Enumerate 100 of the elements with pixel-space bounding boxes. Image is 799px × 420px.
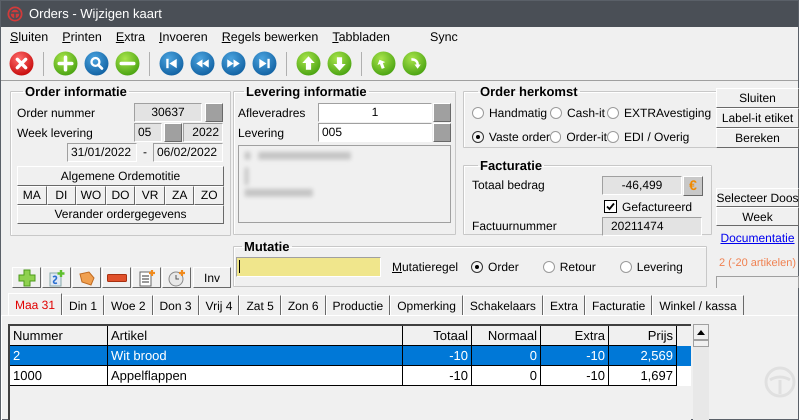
column-header[interactable]: Extra	[541, 326, 609, 346]
arrow-down-icon[interactable]	[327, 51, 352, 76]
input-field[interactable]: 2022	[183, 122, 223, 142]
menu-item[interactable]: Printen	[62, 28, 102, 46]
rewind-icon[interactable]	[190, 51, 215, 76]
button[interactable]: ZA	[164, 186, 194, 204]
lookup-button[interactable]	[164, 122, 182, 142]
radio-button[interactable]	[472, 106, 484, 118]
column-header[interactable]: Artikel	[108, 326, 403, 346]
scroll-up-icon[interactable]	[693, 324, 709, 340]
radio-button[interactable]	[620, 260, 632, 272]
input-field[interactable]: 05	[134, 122, 162, 142]
radio-label: Retour	[560, 258, 596, 276]
table-row[interactable]: 2 Wit brood -10 0 -10 2,569	[10, 346, 691, 366]
lookup-button[interactable]	[433, 122, 451, 142]
minus-icon	[106, 274, 126, 282]
scrollbar[interactable]	[693, 324, 709, 420]
radio-button[interactable]	[471, 260, 484, 272]
input-field[interactable]: 20211474	[602, 216, 702, 236]
table-row[interactable]: 1000 Appelflappen -10 0 -10 1,697	[10, 366, 691, 386]
lookup-button[interactable]	[205, 102, 223, 122]
button[interactable]: DI	[46, 186, 76, 204]
tool-button[interactable]	[12, 267, 41, 288]
column-header[interactable]: Nummer	[10, 326, 108, 346]
search-icon[interactable]	[84, 51, 109, 76]
tool-button[interactable]	[42, 267, 71, 288]
fast-forward-icon[interactable]	[221, 51, 246, 76]
button[interactable]: MA	[17, 186, 47, 204]
menu-item[interactable]: Invoeren	[159, 28, 208, 46]
tab[interactable]: Opmerking	[390, 295, 463, 315]
button[interactable]: VR	[135, 186, 165, 204]
radio-button[interactable]	[550, 130, 562, 142]
button[interactable]: Algemene Ordemotitie	[17, 166, 224, 186]
documentation-link[interactable]: Documentatie	[716, 229, 799, 247]
date-separator: -	[142, 144, 148, 161]
radio-button[interactable]	[550, 106, 562, 118]
menu-item[interactable]: Regels bewerken	[222, 28, 318, 46]
button[interactable]: Label-it etiket	[716, 108, 799, 128]
radio-button[interactable]	[472, 130, 484, 142]
group-title: Order herkomst	[479, 83, 579, 101]
menu-item[interactable]: Tabbladen	[332, 28, 390, 46]
column-header[interactable]: Prijs	[609, 326, 677, 346]
input-field[interactable]	[236, 256, 381, 276]
tag-icon	[78, 268, 96, 286]
column-header[interactable]: Normaal	[472, 326, 541, 346]
tool-button[interactable]	[132, 267, 161, 288]
button[interactable]: Week	[716, 207, 799, 226]
input-field[interactable]: 1	[318, 102, 432, 122]
radio-label: Order-it	[566, 128, 607, 146]
tab[interactable]: Winkel / kassa	[652, 295, 744, 315]
tab[interactable]: Facturatie	[584, 295, 652, 315]
tab[interactable]: Schakelaars	[462, 295, 543, 315]
add-icon[interactable]	[53, 51, 78, 76]
field-label: Totaal bedrag	[472, 176, 546, 194]
skip-last-icon[interactable]	[252, 51, 277, 76]
tab[interactable]: Zat 5	[239, 295, 281, 315]
button[interactable]: WO	[76, 186, 106, 204]
button[interactable]: ZO	[194, 186, 224, 204]
radio-button[interactable]	[542, 260, 555, 272]
checkbox-label: Gefactureerd	[622, 198, 692, 216]
lookup-button[interactable]	[433, 102, 451, 122]
tab[interactable]: Don 3	[152, 295, 199, 315]
field-label: Afleveradres	[238, 104, 306, 122]
tool-button[interactable]	[162, 267, 191, 288]
button[interactable]: Selecteer Doos	[716, 188, 799, 207]
checkbox[interactable]	[604, 200, 617, 213]
tab[interactable]: Vrij 4	[198, 295, 240, 315]
button[interactable]: DO	[106, 186, 136, 204]
tab[interactable]: Zon 6	[280, 295, 326, 315]
button[interactable]: Verander ordergegevens	[17, 204, 224, 224]
close-icon[interactable]	[9, 51, 34, 76]
minus-icon[interactable]	[115, 51, 140, 76]
radio-label: EXTRAvestiging	[624, 104, 712, 122]
tab[interactable]: Maa 31	[8, 293, 62, 315]
button[interactable]: Sluiten	[716, 88, 799, 108]
button[interactable]: Inv	[193, 267, 231, 288]
input-field[interactable]: 30637	[134, 102, 202, 122]
radio-label: Handmatig	[489, 104, 548, 122]
skip-first-icon[interactable]	[159, 51, 184, 76]
tool-button[interactable]	[102, 267, 131, 288]
button[interactable]: Bereken	[716, 128, 799, 148]
input-field[interactable]: 005	[318, 122, 432, 142]
radio-button[interactable]	[607, 106, 619, 118]
menu-item[interactable]: Extra	[116, 28, 146, 46]
tab[interactable]: Extra	[542, 295, 585, 315]
input-field[interactable]: 31/01/2022	[67, 142, 137, 162]
input-field[interactable]: -46,499	[602, 176, 682, 194]
tab[interactable]: Productie	[326, 295, 390, 315]
tab[interactable]: Din 1	[62, 295, 104, 315]
column-header[interactable]: Totaal	[403, 326, 472, 346]
list-add-icon	[138, 268, 156, 286]
radio-button[interactable]	[607, 130, 619, 142]
input-field[interactable]: 06/02/2022	[153, 142, 223, 162]
menu-item[interactable]: Sluiten	[10, 28, 48, 46]
tool-button[interactable]	[72, 267, 101, 288]
scrollbar-thumb[interactable]	[693, 340, 709, 347]
menu-item[interactable]: Sync	[430, 28, 458, 46]
tab[interactable]: Woe 2	[104, 295, 153, 315]
table-cell: Appelflappen	[108, 366, 403, 386]
arrow-up-icon[interactable]	[296, 51, 321, 76]
